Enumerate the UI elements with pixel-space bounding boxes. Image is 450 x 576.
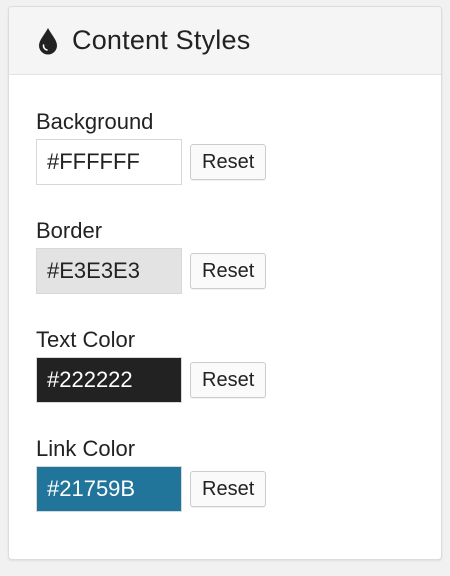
field-background: Background Reset bbox=[36, 109, 441, 185]
content-styles-panel: Content Styles Background Reset Border R… bbox=[8, 6, 442, 560]
field-row: Reset bbox=[36, 139, 441, 185]
panel-title: Content Styles bbox=[72, 25, 251, 55]
field-text-color: Text Color Reset bbox=[36, 327, 441, 403]
drop-icon bbox=[39, 27, 57, 54]
field-link-color: Link Color Reset bbox=[36, 436, 441, 512]
border-color-input[interactable] bbox=[36, 248, 182, 294]
panel-header: Content Styles bbox=[9, 7, 441, 75]
field-row: Reset bbox=[36, 357, 441, 403]
field-border: Border Reset bbox=[36, 218, 441, 294]
field-row: Reset bbox=[36, 466, 441, 512]
background-color-input[interactable] bbox=[36, 139, 182, 185]
text-color-input[interactable] bbox=[36, 357, 182, 403]
text-color-reset-button[interactable]: Reset bbox=[190, 362, 267, 398]
field-label: Border bbox=[36, 218, 103, 243]
field-label: Background bbox=[36, 109, 154, 134]
border-reset-button[interactable]: Reset bbox=[190, 253, 267, 289]
link-color-reset-button[interactable]: Reset bbox=[190, 471, 267, 507]
field-row: Reset bbox=[36, 248, 441, 294]
field-label: Text Color bbox=[36, 327, 136, 352]
field-label: Link Color bbox=[36, 436, 136, 461]
panel-body: Background Reset Border Reset Text Color… bbox=[9, 75, 441, 512]
background-reset-button[interactable]: Reset bbox=[190, 144, 267, 180]
link-color-input[interactable] bbox=[36, 466, 182, 512]
